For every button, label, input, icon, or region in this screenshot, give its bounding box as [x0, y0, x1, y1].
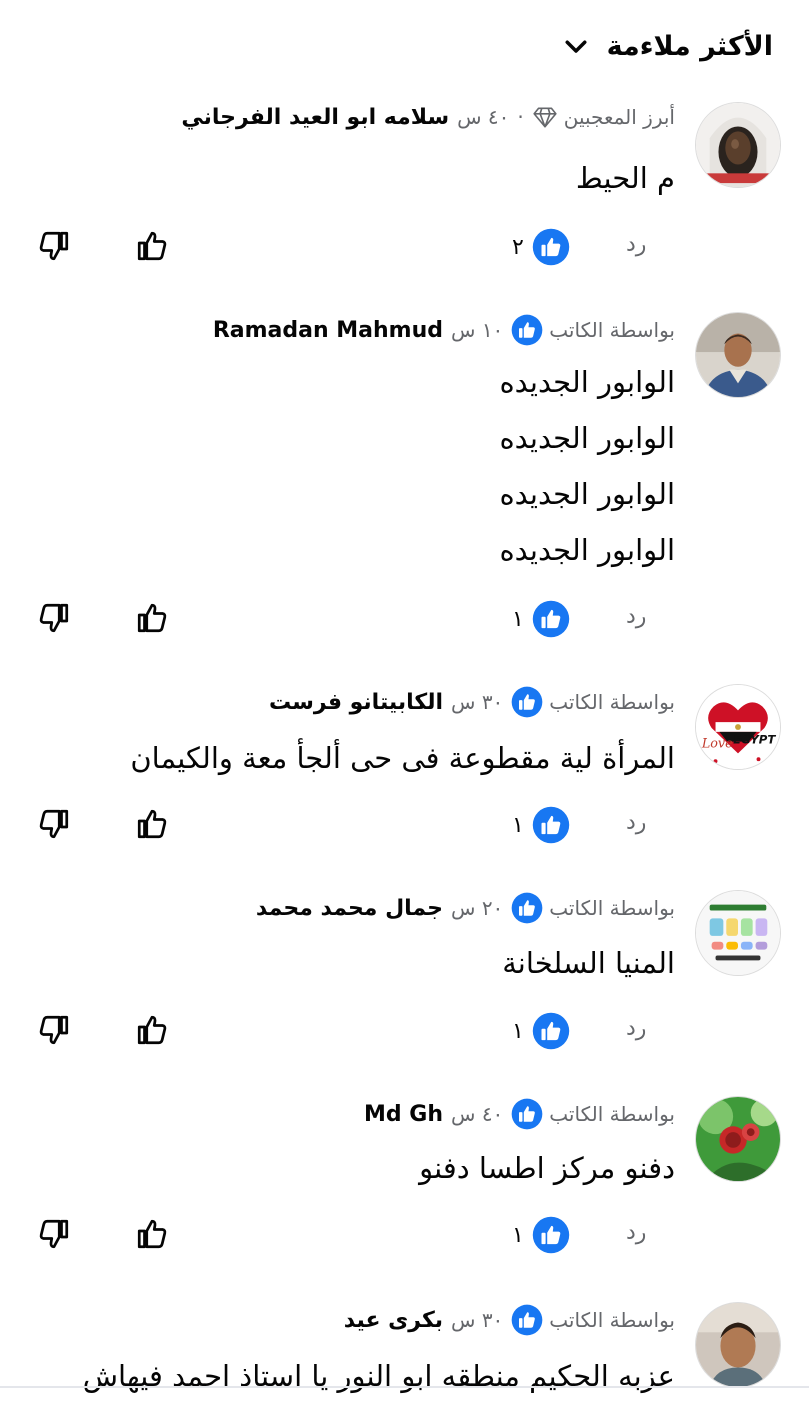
- reaction-summary[interactable]: ١: [512, 1216, 570, 1254]
- comment-line: الوابور الجديده: [499, 533, 675, 567]
- comment-actions: رد ١: [0, 1008, 809, 1056]
- reaction-summary[interactable]: ١: [512, 1012, 570, 1050]
- comment-line: الوابور الجديده: [499, 477, 675, 511]
- author-badge: بواسطة الكاتب: [511, 892, 675, 924]
- comment-time[interactable]: ٤٠ س: [451, 1102, 503, 1126]
- comment-actions: رد ١: [0, 596, 809, 644]
- comment-line: الوابور الجديده: [499, 365, 675, 399]
- reaction-count: ١: [512, 1222, 524, 1248]
- author-like-icon: [511, 1304, 543, 1336]
- like-icon[interactable]: [134, 228, 170, 264]
- comment-actions: رد ٢: [0, 224, 809, 272]
- dislike-icon[interactable]: [36, 806, 72, 842]
- like-icon[interactable]: [134, 600, 170, 636]
- dislike-icon[interactable]: [36, 600, 72, 636]
- comment-text: المرأة لية مقطوعة فى حى ألجأ معة والكيما…: [130, 730, 675, 786]
- avatar[interactable]: [695, 102, 781, 188]
- author-like-icon: [511, 1098, 543, 1130]
- like-reaction-icon: [532, 600, 570, 638]
- author-like-icon: [511, 314, 543, 346]
- comment-author[interactable]: Md Gh: [364, 1102, 443, 1127]
- comment-time[interactable]: ٤٠ س: [457, 105, 509, 129]
- like-reaction-icon: [532, 806, 570, 844]
- reply-button[interactable]: رد: [626, 1220, 646, 1245]
- reaction-count: ٢: [512, 234, 524, 260]
- diamond-icon: [533, 107, 557, 128]
- like-icon[interactable]: [134, 1216, 170, 1252]
- comment-time[interactable]: ٣٠ س: [451, 1308, 503, 1332]
- dislike-icon[interactable]: [36, 1012, 72, 1048]
- author-like-icon: [511, 892, 543, 924]
- reaction-count: ١: [512, 1018, 524, 1044]
- comment-line: عزبه الحكيم منطقه ابو النور يا استاذ احم…: [82, 1359, 675, 1393]
- comment-time[interactable]: ٢٠ س: [451, 896, 503, 920]
- like-reaction-icon: [532, 1216, 570, 1254]
- comment-text: دفنو مركز اطسا دفنو: [419, 1140, 675, 1196]
- author-badge: بواسطة الكاتب: [511, 686, 675, 718]
- author-badge: بواسطة الكاتب: [511, 1098, 675, 1130]
- comment-time[interactable]: ٣٠ س: [451, 690, 503, 714]
- author-badge: بواسطة الكاتب: [511, 1304, 675, 1336]
- dislike-icon[interactable]: [36, 1216, 72, 1252]
- avatar[interactable]: [695, 1096, 781, 1182]
- sort-label: الأكثر ملاءمة: [606, 30, 773, 62]
- like-icon[interactable]: [134, 806, 170, 842]
- reply-button[interactable]: رد: [626, 232, 646, 257]
- sort-dropdown[interactable]: الأكثر ملاءمة: [0, 22, 773, 70]
- badge-label: أبرز المعجبين: [563, 105, 675, 129]
- badge-label: بواسطة الكاتب: [549, 1102, 675, 1126]
- badge-label: بواسطة الكاتب: [549, 1308, 675, 1332]
- comment-author[interactable]: جمال محمد محمد: [256, 896, 443, 921]
- comment-line: م الحيط: [575, 161, 675, 195]
- dislike-icon[interactable]: [36, 228, 72, 264]
- reaction-summary[interactable]: ٢: [512, 228, 570, 266]
- comment-time[interactable]: ١٠ س: [451, 318, 503, 342]
- badge-label: بواسطة الكاتب: [549, 690, 675, 714]
- top-fan-badge: أبرز المعجبين: [532, 104, 675, 130]
- comment-actions: رد ١: [0, 802, 809, 850]
- reply-button[interactable]: رد: [626, 1016, 646, 1041]
- comment-line: الوابور الجديده: [499, 421, 675, 455]
- avatar-egypt-text: EGYPT: [733, 733, 776, 747]
- separator-dot: ·: [517, 105, 524, 129]
- comment-author[interactable]: سلامه ابو العيد الفرجاني: [181, 105, 449, 130]
- comment-line: دفنو مركز اطسا دفنو: [419, 1151, 675, 1185]
- reply-button[interactable]: رد: [626, 604, 646, 629]
- avatar[interactable]: [695, 312, 781, 398]
- reaction-count: ١: [512, 606, 524, 632]
- author-like-icon: [511, 686, 543, 718]
- reply-button[interactable]: رد: [626, 810, 646, 835]
- comment-author[interactable]: Ramadan Mahmud: [213, 318, 443, 343]
- comment-text: الوابور الجديده الوابور الجديده الوابور …: [499, 354, 675, 578]
- like-reaction-icon: [532, 1012, 570, 1050]
- comment-line: المرأة لية مقطوعة فى حى ألجأ معة والكيما…: [130, 741, 675, 775]
- like-reaction-icon: [532, 228, 570, 266]
- like-icon[interactable]: [134, 1012, 170, 1048]
- chevron-down-icon: [565, 40, 587, 53]
- avatar[interactable]: Love EGYPT: [695, 684, 781, 770]
- comment-author[interactable]: بكرى عيد: [344, 1308, 443, 1333]
- comment-author[interactable]: الكابيتانو فرست: [269, 690, 443, 715]
- badge-label: بواسطة الكاتب: [549, 318, 675, 342]
- comment-text: م الحيط: [576, 150, 675, 206]
- author-badge: بواسطة الكاتب: [511, 314, 675, 346]
- badge-label: بواسطة الكاتب: [549, 896, 675, 920]
- bottom-divider: [0, 1386, 809, 1388]
- avatar[interactable]: [695, 890, 781, 976]
- reaction-summary[interactable]: ١: [512, 600, 570, 638]
- comment-text: عزبه الحكيم منطقه ابو النور يا استاذ احم…: [83, 1348, 675, 1404]
- comment-line: المنيا السلخانة: [502, 946, 675, 980]
- reaction-summary[interactable]: ١: [512, 806, 570, 844]
- avatar-love-text: Love: [701, 736, 733, 751]
- comment-actions: رد ١: [0, 1212, 809, 1260]
- comment-text: المنيا السلخانة: [502, 935, 675, 991]
- reaction-count: ١: [512, 812, 524, 838]
- avatar[interactable]: [695, 1302, 781, 1388]
